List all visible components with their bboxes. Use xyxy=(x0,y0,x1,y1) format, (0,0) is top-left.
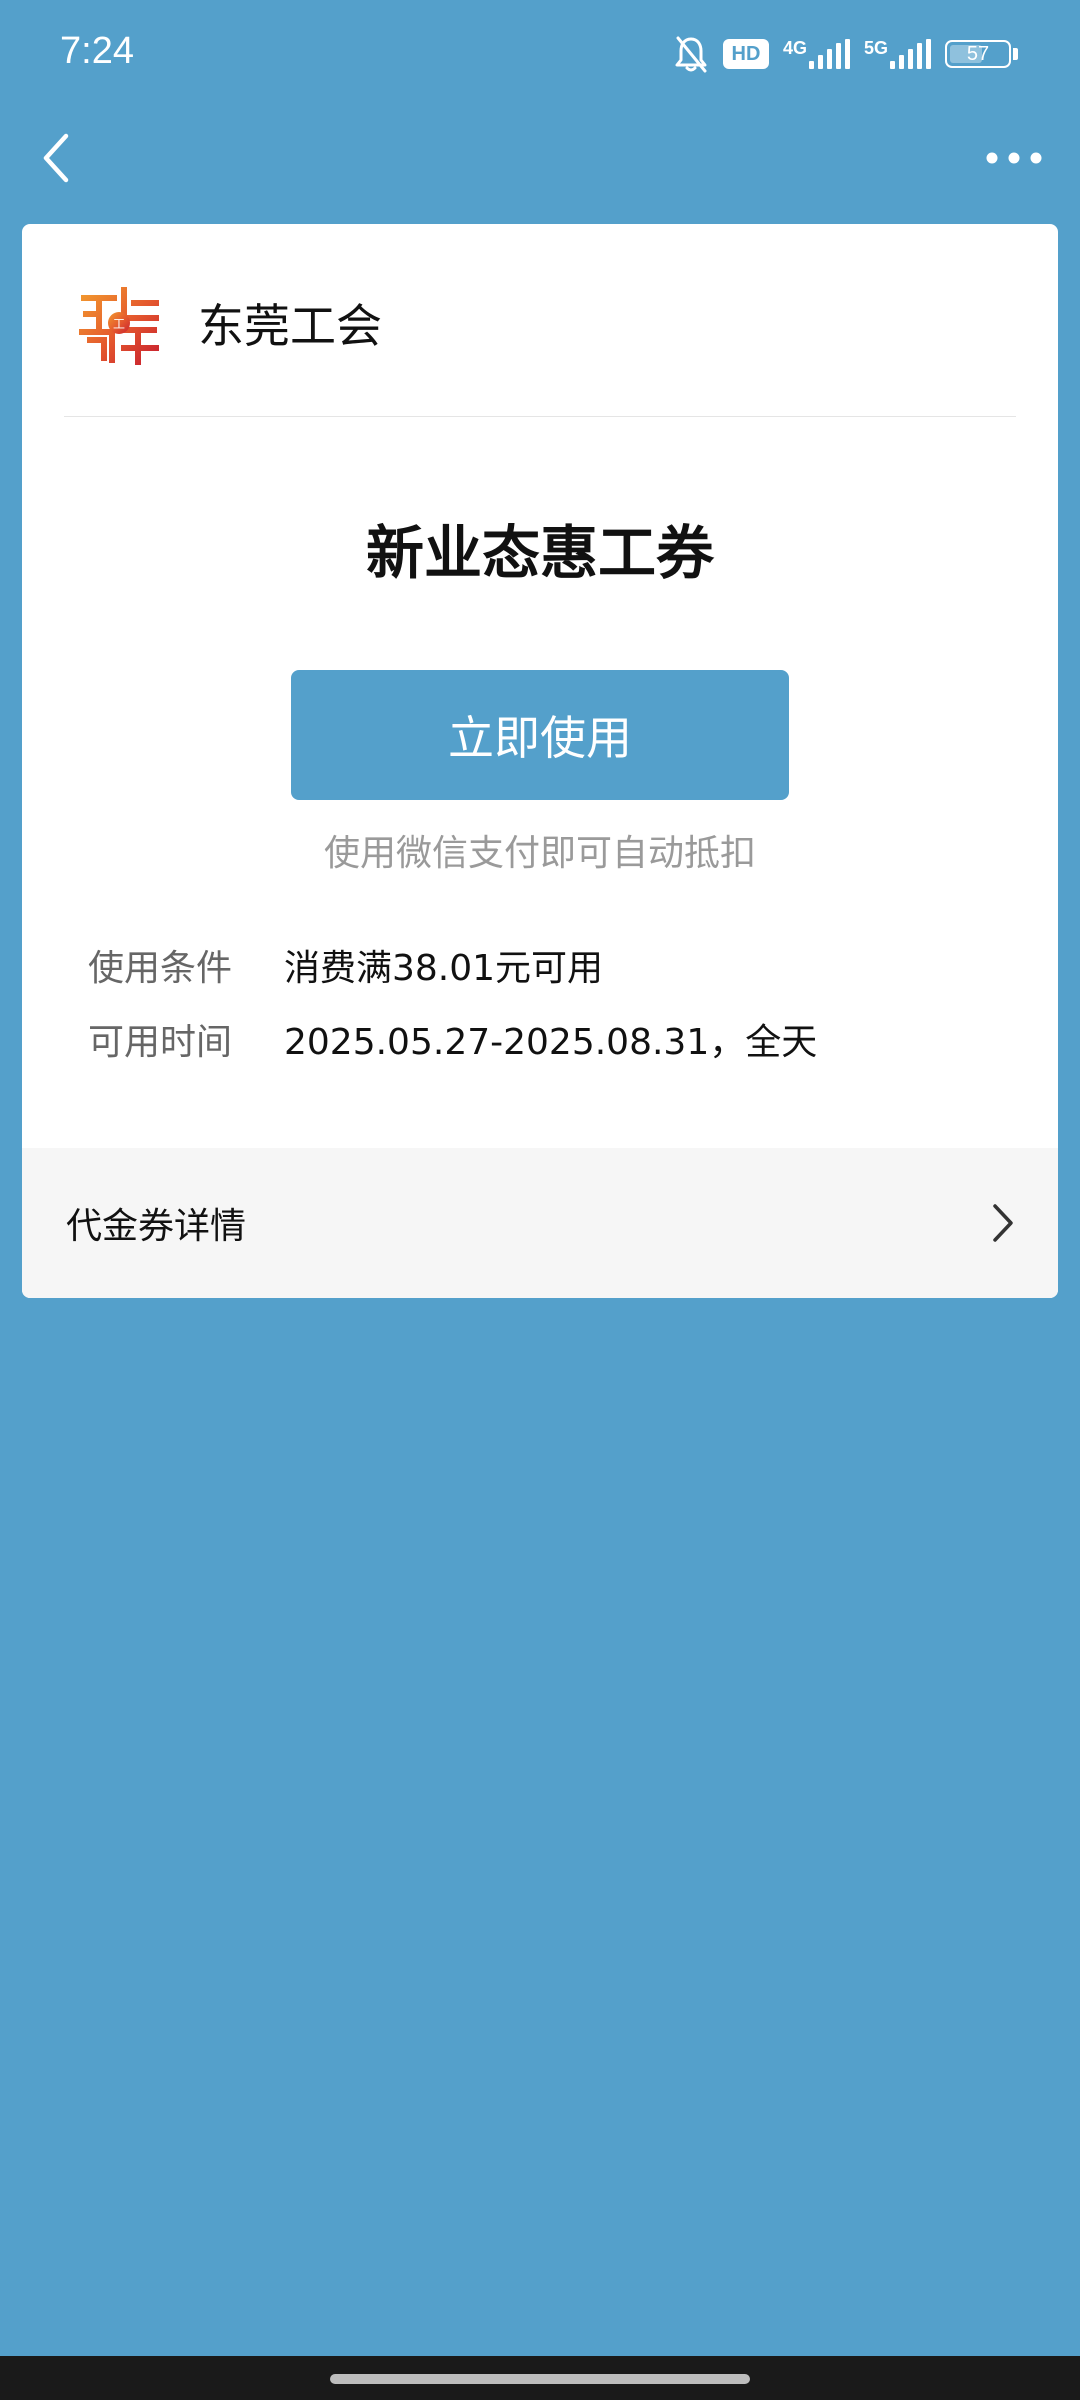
coupon-card: 工 东莞工会 新业态惠工券 立即使用 使用微信支付即可自动抵扣 使用条件 消费满… xyxy=(22,224,1058,1298)
chevron-left-icon[interactable] xyxy=(34,128,84,188)
signal-5g-icon: 5G xyxy=(864,39,931,69)
gesture-handle[interactable] xyxy=(330,2374,750,2384)
merchant-name: 东莞工会 xyxy=(198,299,382,353)
gesture-area xyxy=(0,2356,1080,2400)
pay-hint: 使用微信支付即可自动抵扣 xyxy=(323,833,756,874)
time-value: 2025.05.27-2025.08.31，全天 xyxy=(284,1022,818,1063)
use-now-button[interactable]: 立即使用 xyxy=(291,670,789,800)
hd-icon: HD xyxy=(722,39,769,69)
chevron-right-icon xyxy=(993,1204,1013,1242)
mute-bell-icon xyxy=(675,36,707,73)
hd-label: HD xyxy=(731,42,761,65)
signal-bars-1 xyxy=(808,39,850,69)
battery-tip xyxy=(1013,48,1018,60)
coupon-title: 新业态惠工券 xyxy=(365,519,714,587)
status-time: 7:24 xyxy=(60,30,134,72)
details-label: 代金券详情 xyxy=(66,1206,247,1247)
status-icons: HD 4G 5G 57 xyxy=(673,34,1018,74)
net1-label: 4G xyxy=(782,38,807,58)
coupon-details-row[interactable]: 代金券详情 xyxy=(22,1148,1058,1298)
battery-percent: 57 xyxy=(966,42,990,65)
status-bar: 7:24 HD 4G 5G 57 xyxy=(0,0,1080,110)
conditions-value: 消费满38.01元可用 xyxy=(284,948,604,989)
battery-icon: 57 xyxy=(945,40,1011,68)
svg-text:工: 工 xyxy=(113,317,125,331)
net2-label: 5G xyxy=(863,38,888,58)
union-seal-logo: 工 xyxy=(66,270,172,376)
signal-bars-2 xyxy=(890,39,931,69)
conditions-label: 使用条件 xyxy=(88,948,233,989)
more-dots-icon[interactable] xyxy=(984,140,1044,176)
conditions-row: 使用条件 消费满38.01元可用 xyxy=(88,940,603,990)
time-label: 可用时间 xyxy=(88,1022,233,1063)
signal-4g-icon: 4G xyxy=(783,39,850,69)
time-row: 可用时间 2025.05.27-2025.08.31，全天 xyxy=(88,1014,817,1064)
merchant-header[interactable]: 工 东莞工会 xyxy=(64,268,382,378)
divider xyxy=(64,416,1016,417)
